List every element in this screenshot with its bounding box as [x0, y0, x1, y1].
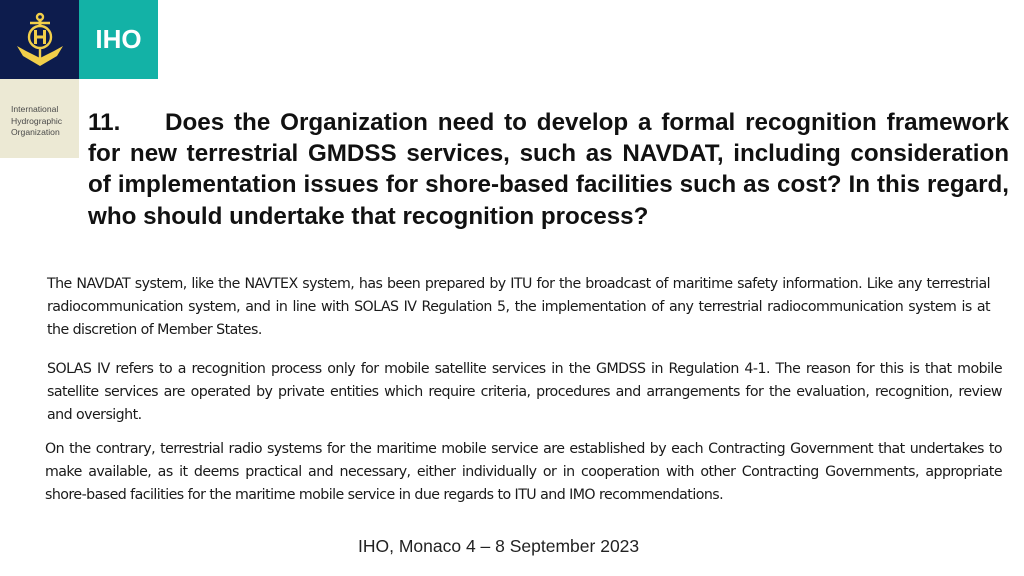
logo-emblem-block	[0, 0, 79, 79]
anchor-ih-emblem-icon	[17, 12, 63, 66]
org-name-line: Hydrographic	[11, 115, 63, 126]
logo-org-name-block: International Hydrographic Organization	[0, 79, 79, 158]
answer-paragraph-3: On the contrary, terrestrial radio syste…	[45, 441, 1003, 504]
logo-acronym: IHO	[95, 24, 142, 54]
question-text: Does the Organization need to develop a …	[88, 109, 1009, 230]
answer-paragraph-1: The NAVDAT system, like the NAVTEX syste…	[47, 276, 991, 339]
question-number: 11.	[88, 109, 121, 136]
question-heading: 11. Does the Organization need to develop…	[88, 107, 1009, 232]
answer-paragraph-2: SOLAS IV refers to a recognition process…	[47, 361, 1003, 424]
footer-event-label: IHO, Monaco 4 – 8 September 2023	[358, 536, 640, 556]
org-name-line: International	[11, 104, 59, 114]
logo-acronym-block: IHO	[79, 0, 158, 79]
org-name-line: Organization	[11, 127, 60, 137]
